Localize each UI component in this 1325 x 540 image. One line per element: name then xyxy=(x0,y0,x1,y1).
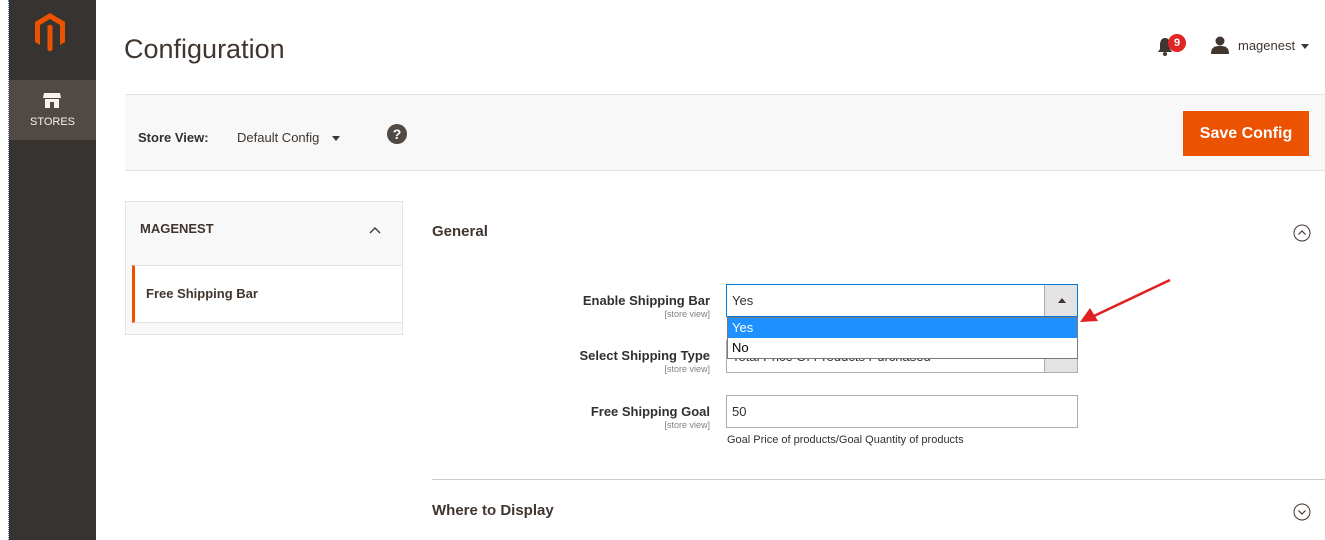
magento-logo-icon[interactable] xyxy=(33,12,67,52)
menu-item-stores[interactable]: STORES xyxy=(9,80,96,140)
chevron-down-icon[interactable] xyxy=(332,136,340,141)
chevron-up-circle-icon[interactable] xyxy=(1293,224,1311,242)
enable-shipping-bar-label: Enable Shipping Bar [store view] xyxy=(510,293,710,319)
user-icon[interactable] xyxy=(1211,36,1229,54)
save-config-button[interactable]: Save Config xyxy=(1183,111,1309,156)
menu-item-label: STORES xyxy=(29,116,76,128)
store-view-label: Store View: xyxy=(138,130,209,145)
field-scope: [store view] xyxy=(664,364,710,374)
select-toggle[interactable] xyxy=(1044,285,1077,316)
user-menu[interactable]: magenest xyxy=(1238,38,1295,53)
input-value: 50 xyxy=(732,404,747,419)
free-shipping-goal-label: Free Shipping Goal [store view] xyxy=(510,404,710,430)
free-shipping-goal-input[interactable]: 50 xyxy=(726,395,1078,428)
annotation-arrow-icon xyxy=(1080,278,1171,322)
chevron-down-circle-icon[interactable] xyxy=(1293,503,1311,521)
field-scope: [store view] xyxy=(664,420,710,430)
enable-shipping-bar-options: Yes No xyxy=(727,317,1078,359)
config-sidebar: MAGENEST Free Shipping Bar xyxy=(125,201,403,335)
field-label: Free Shipping Goal xyxy=(590,404,710,419)
select-value: Yes xyxy=(732,293,754,308)
sidebar-title: MAGENEST xyxy=(140,221,214,236)
section-title-where-to-display[interactable]: Where to Display xyxy=(432,502,554,519)
page: STORES Configuration 9 magenest Store Vi… xyxy=(0,0,1325,540)
section-divider xyxy=(432,479,1325,480)
notification-badge[interactable]: 9 xyxy=(1168,34,1186,52)
option-no[interactable]: No xyxy=(728,338,1077,358)
store-switcher-bar: Store View: Default Config ? Save Config xyxy=(125,94,1325,171)
sidebar-tab-magenest[interactable]: MAGENEST xyxy=(126,202,402,264)
section-title-general[interactable]: General xyxy=(432,223,488,240)
field-scope: [store view] xyxy=(664,309,710,319)
store-icon xyxy=(43,93,61,108)
select-shipping-type-label: Select Shipping Type [store view] xyxy=(510,348,710,374)
window-edge xyxy=(0,0,9,540)
option-yes[interactable]: Yes xyxy=(728,318,1077,338)
sidebar-item-label: Free Shipping Bar xyxy=(146,286,258,301)
field-note: Goal Price of products/Goal Quantity of … xyxy=(727,434,964,446)
admin-menu: STORES xyxy=(9,0,96,540)
store-view-dropdown[interactable]: Default Config xyxy=(237,130,319,145)
enable-shipping-bar-select[interactable]: Yes xyxy=(726,284,1078,317)
page-title: Configuration xyxy=(124,34,285,64)
sidebar-item-free-shipping-bar[interactable]: Free Shipping Bar xyxy=(132,265,402,323)
chevron-up-icon[interactable] xyxy=(369,224,381,236)
chevron-down-icon[interactable] xyxy=(1301,44,1309,49)
field-label: Select Shipping Type xyxy=(579,348,710,363)
caret-up-icon xyxy=(1058,298,1066,303)
help-icon[interactable]: ? xyxy=(387,124,407,144)
field-label: Enable Shipping Bar xyxy=(582,293,710,308)
